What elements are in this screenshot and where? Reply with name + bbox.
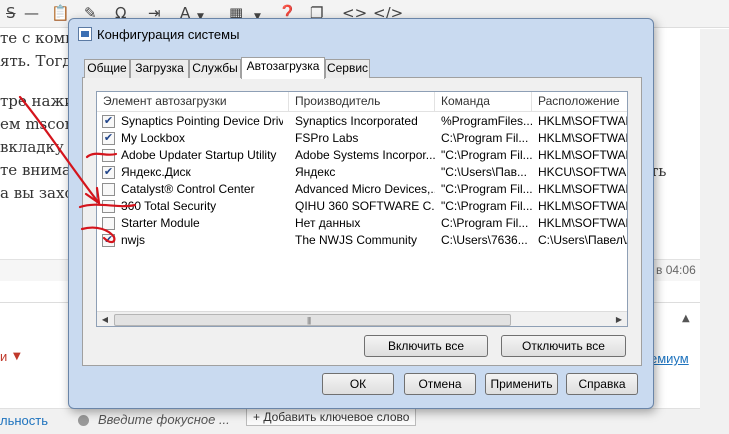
cell-name: Starter Module [121,216,200,230]
cell-location: HKLM\SOFTWARE\ [538,148,627,162]
list-header: Элемент автозагрузки Производитель Коман… [97,92,627,112]
cell-vendor: Adobe Systems Incorpor... [295,148,435,162]
cell-vendor: Advanced Micro Devices,... [295,182,435,196]
tab-tools[interactable]: Сервис [325,59,370,78]
dialog-titlebar[interactable]: Конфигурация системы [69,19,653,49]
cell-vendor: Нет данных [295,216,361,230]
startup-row[interactable]: Adobe Updater Startup Utility Adobe Syste… [97,147,627,164]
startup-row[interactable]: ✔ nwjs The NWJS Community C:\Users\7636... C… [97,232,627,249]
cell-location: HKLM\SOFTWARE\ [538,131,627,145]
apply-button[interactable]: Применить [485,373,558,395]
cell-vendor: The NWJS Community [295,233,418,247]
startup-checkbox[interactable] [102,183,115,196]
cell-name: My Lockbox [121,131,186,145]
startup-checkbox[interactable] [102,149,115,162]
panel-left-fragment: и [0,349,8,364]
article-line: те внима [0,161,71,179]
tab-general[interactable]: Общие [84,59,130,78]
col-command[interactable]: Команда [435,92,532,112]
cell-name: nwjs [121,233,146,247]
startup-row[interactable]: ✔ Synaptics Pointing Device Driver Synapti… [97,113,627,130]
scroll-left-icon[interactable]: ◀ [97,312,113,326]
cell-location: HKLM\SOFTWARE\ [538,114,627,128]
cell-vendor: QIHU 360 SOFTWARE C... [295,199,435,213]
startup-list: Элемент автозагрузки Производитель Коман… [96,91,628,327]
horizontal-scrollbar[interactable]: ◀ ||| ▶ [97,311,627,326]
cell-name: Synaptics Pointing Device Driver [121,114,283,128]
ok-button[interactable]: ОК [322,373,394,395]
premium-link[interactable]: емиум [650,351,689,366]
caret-down-icon[interactable]: ▼ [13,351,21,362]
col-location[interactable]: Расположение [532,92,627,112]
startup-checkbox[interactable]: ✔ [102,132,115,145]
collapse-arrow-icon[interactable]: ▲ [682,313,690,324]
startup-row[interactable]: ✔ Яндекс.Диск Яндекс "C:\Users\Пав... HKCU\S… [97,164,627,181]
disable-all-button[interactable]: Отключить все [501,335,626,357]
readability-tab[interactable]: льность [0,413,48,428]
startup-row[interactable]: ✔ My Lockbox FSPro Labs C:\Program Fil... HK… [97,130,627,147]
cell-command: "C:\Users\Пав... [441,165,527,179]
grip-icon: ||| [307,316,311,325]
right-scroll-strip [700,29,729,434]
startup-checkbox[interactable]: ✔ [102,166,115,179]
cell-command: C:\Program Fil... [441,131,529,145]
cell-location: C:\Users\Павел\Ap [538,233,627,247]
last-edited-time: в 04:06 [656,263,696,277]
enable-all-button[interactable]: Включить все [364,335,488,357]
cell-name: Catalyst® Control Center [121,182,255,196]
cell-name: Adobe Updater Startup Utility [121,148,277,162]
cell-vendor: Яндекс [295,165,336,179]
tab-startup[interactable]: Автозагрузка [241,57,325,79]
startup-row[interactable]: 360 Total Security QIHU 360 SOFTWARE C...… [97,198,627,215]
cell-command: C:\Program Fil... [441,216,529,230]
cell-location: HKLM\SOFTWARE\ [538,216,627,230]
status-dot-icon [78,415,89,426]
cell-location: HKLM\SOFTWARE\ [538,182,627,196]
cell-location: HKLM\SOFTWARE\ [538,199,627,213]
startup-checkbox[interactable]: ✔ [102,234,115,247]
startup-checkbox[interactable] [102,217,115,230]
startup-row[interactable]: Starter Module Нет данных C:\Program Fil..… [97,215,627,232]
tab-services[interactable]: Службы [189,59,241,78]
col-startup-item[interactable]: Элемент автозагрузки [97,92,289,112]
divider-icon: — [24,4,39,22]
cell-vendor: FSPro Labs [295,131,359,145]
cell-command: "C:\Program Fil... [441,199,532,213]
scroll-thumb[interactable]: ||| [114,314,511,326]
cell-command: C:\Users\7636... [441,233,528,247]
startup-checkbox[interactable]: ✔ [102,115,115,128]
tab-boot[interactable]: Загрузка [130,59,189,78]
strikethrough-icon[interactable]: S [6,4,16,22]
cell-name: 360 Total Security [121,199,217,213]
dialog-title: Конфигурация системы [97,27,240,42]
cell-name: Яндекс.Диск [121,165,191,179]
startup-row[interactable]: Catalyst® Control Center Advanced Micro D… [97,181,627,198]
add-keyword-button[interactable]: + Добавить ключевое слово [246,408,417,426]
cell-command: %ProgramFiles... [441,114,532,128]
article-line: вкладку " [0,138,76,156]
startup-checkbox[interactable] [102,200,115,213]
cell-command: "C:\Program Fil... [441,182,532,196]
cell-location: HKCU\SOFTWARE\ [538,165,627,179]
focus-keyword-input[interactable]: Введите фокусное ... [98,412,230,427]
msconfig-icon [78,27,92,41]
cell-command: "C:\Program Fil... [441,148,532,162]
cell-vendor: Synaptics Incorporated [295,114,418,128]
cancel-button[interactable]: Отмена [404,373,476,395]
system-config-dialog: Конфигурация системы Общие Загрузка Служ… [68,18,654,409]
paste-text-icon[interactable]: 📋 [51,4,70,22]
scroll-right-icon[interactable]: ▶ [611,312,627,326]
col-manufacturer[interactable]: Производитель [289,92,435,112]
help-button[interactable]: Справка [566,373,638,395]
